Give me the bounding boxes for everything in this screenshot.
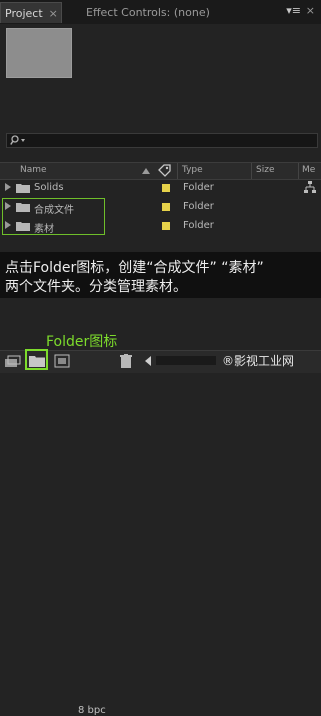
column-type[interactable]: Type — [182, 165, 203, 175]
panel-menu-icon[interactable]: ▾≡ — [286, 4, 301, 17]
item-name: Solids — [34, 182, 64, 193]
panel-close-icon[interactable]: × — [306, 4, 315, 17]
folder-icon-caption: Folder图标 — [46, 334, 118, 350]
label-color-swatch[interactable] — [162, 184, 170, 192]
expand-triangle-icon[interactable] — [5, 183, 11, 191]
item-type: Folder — [183, 182, 214, 193]
column-name[interactable]: Name — [20, 165, 47, 175]
annotation-band: 点击Folder图标，创建“合成文件” “素材” 两个文件夹。分类管理素材。 — [0, 252, 321, 298]
trash-icon[interactable] — [120, 354, 132, 368]
tab-effect-controls[interactable]: Effect Controls: (none) — [86, 2, 286, 23]
horizontal-scrollbar[interactable] — [156, 356, 216, 365]
column-size[interactable]: Size — [256, 165, 274, 175]
item-thumbnail-preview — [6, 28, 72, 78]
sort-up-icon[interactable] — [141, 167, 151, 175]
column-media[interactable]: Me — [302, 165, 315, 175]
column-header: Name Type Size Me — [0, 162, 321, 180]
close-icon[interactable]: × — [49, 7, 58, 20]
search-icon — [10, 135, 25, 145]
watermark: ®影视工业网 — [222, 354, 295, 368]
list-item[interactable]: Solids Folder — [0, 179, 321, 198]
scroll-left-arrow-icon[interactable] — [145, 356, 151, 366]
item-type: Folder — [183, 201, 214, 212]
tab-project-label: Project — [5, 6, 43, 20]
annotation-line-2: 两个文件夹。分类管理素材。 — [5, 279, 187, 295]
annotation-line-1: 点击Folder图标，创建“合成文件” “素材” — [5, 260, 264, 276]
label-color-swatch[interactable] — [162, 203, 170, 211]
label-color-swatch[interactable] — [162, 222, 170, 230]
tab-effect-controls-label: Effect Controls: (none) — [86, 6, 210, 19]
flowchart-icon[interactable] — [304, 181, 316, 195]
tab-project[interactable]: Project × — [0, 2, 62, 23]
interpret-footage-icon[interactable] — [5, 354, 21, 368]
folder-icon — [16, 184, 30, 193]
bit-depth-button[interactable]: 8 bpc — [78, 705, 106, 716]
search-input[interactable] — [6, 133, 318, 148]
label-tag-icon[interactable] — [157, 164, 173, 177]
panel-tab-bar: Project × Effect Controls: (none) ▾≡ × — [0, 0, 321, 24]
new-folder-button-highlight — [25, 349, 48, 370]
item-type: Folder — [183, 220, 214, 231]
new-folders-highlight-box — [2, 198, 105, 235]
new-composition-icon[interactable] — [54, 354, 70, 368]
